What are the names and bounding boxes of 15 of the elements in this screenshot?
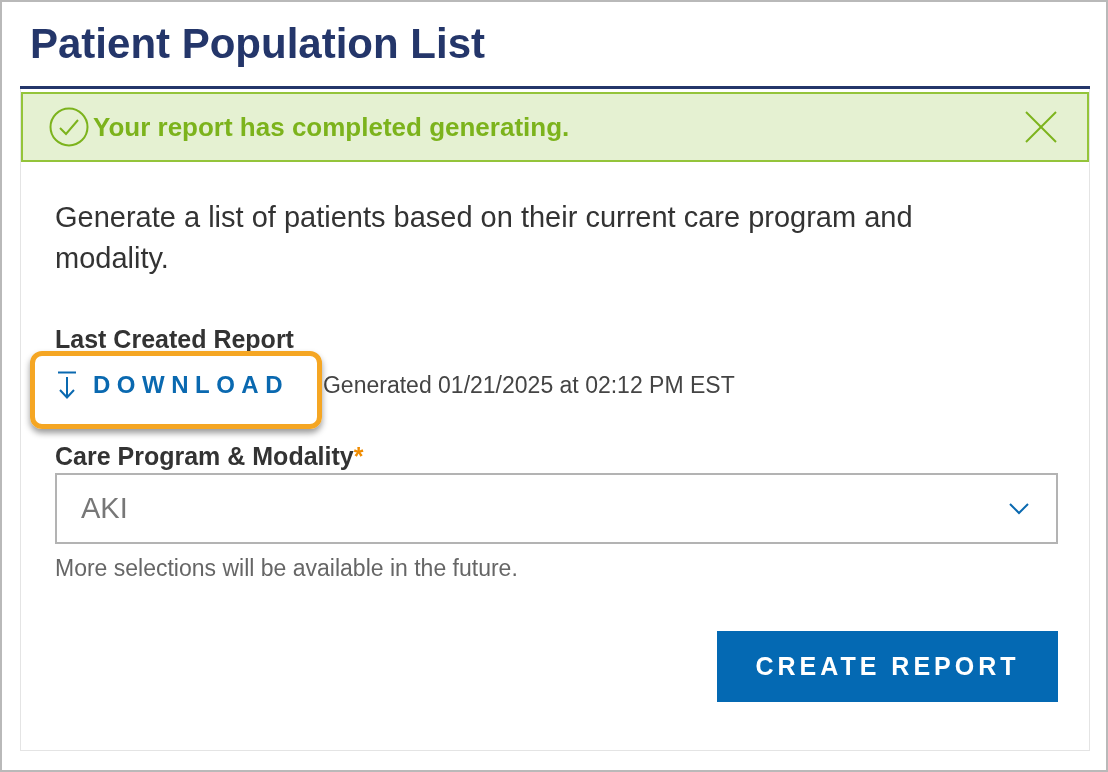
close-icon — [1025, 111, 1057, 143]
download-icon — [57, 371, 77, 399]
chevron-down-icon — [1009, 502, 1029, 515]
generated-timestamp: Generated 01/21/2025 at 02:12 PM EST — [323, 371, 735, 399]
alert-message: Your report has completed generating. — [93, 111, 571, 143]
create-report-button[interactable]: CREATE REPORT — [717, 631, 1058, 702]
page-title: Patient Population List — [30, 20, 486, 68]
description-text: Generate a list of patients based on their current care program and modality. — [55, 200, 914, 276]
section-label: Last Created Report — [55, 324, 295, 354]
program-select[interactable]: AKI — [55, 473, 1058, 544]
check-circle-icon — [49, 107, 89, 147]
download-link[interactable]: DOWNLOAD — [55, 371, 289, 399]
field-label: Care Program & Modality* — [55, 441, 365, 471]
close-button[interactable] — [1025, 111, 1057, 143]
help-text: More selections will be available in the future. — [55, 554, 519, 582]
